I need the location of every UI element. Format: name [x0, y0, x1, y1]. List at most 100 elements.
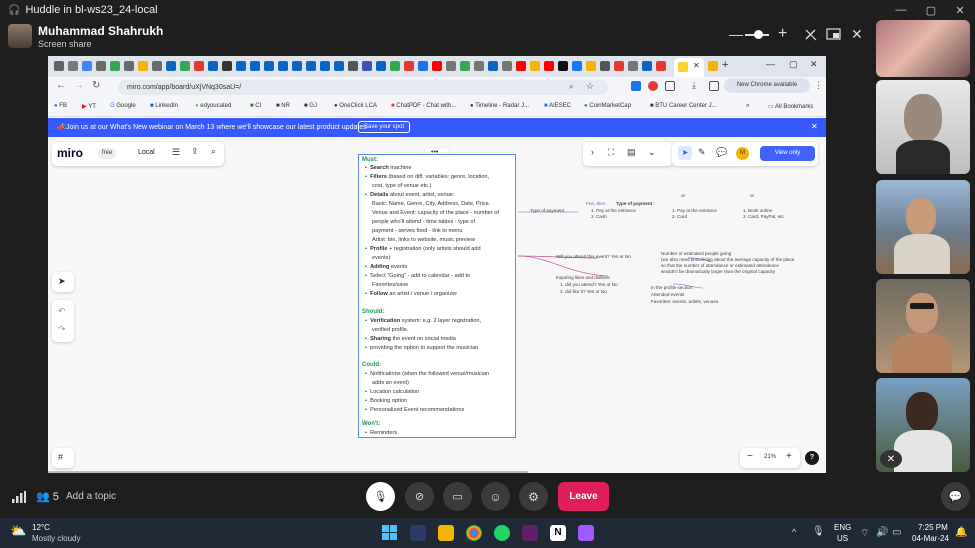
notification-bell-icon[interactable]: 🔔: [955, 527, 967, 538]
notes-icon[interactable]: ▤: [627, 147, 636, 158]
back-icon[interactable]: ←: [56, 80, 66, 91]
tab-favicon[interactable]: [292, 61, 302, 71]
download-icon[interactable]: ⤓: [692, 80, 696, 91]
tab-favicon[interactable]: [600, 61, 610, 71]
tray-overflow-icon[interactable]: ^: [792, 527, 796, 537]
whatsapp-icon[interactable]: [494, 525, 510, 541]
plan-badge[interactable]: free: [98, 148, 117, 159]
side-panel-icon[interactable]: [709, 81, 719, 91]
comment-icon[interactable]: 💬: [716, 147, 727, 158]
zoom-in-board-button[interactable]: +: [786, 451, 792, 462]
notion-icon[interactable]: N: [550, 525, 566, 541]
weather-desc[interactable]: Mostly cloudy: [32, 534, 80, 543]
close-window-button[interactable]: ✕: [945, 0, 975, 20]
tab-favicon[interactable]: [166, 61, 176, 71]
bookmark-item[interactable]: ■ AIESEC: [544, 103, 571, 109]
tab-favicon[interactable]: [194, 61, 204, 71]
view-only-button[interactable]: View only: [760, 146, 815, 161]
tab-favicon[interactable]: [404, 61, 414, 71]
tray-mic-icon[interactable]: 🎙: [812, 526, 825, 537]
tab-favicon[interactable]: [572, 61, 582, 71]
bookmark-item[interactable]: ● Timeline - Radar J...: [470, 103, 529, 109]
forward-icon[interactable]: →: [74, 80, 84, 91]
all-bookmarks[interactable]: ▭ All Bookmarks: [768, 103, 813, 110]
tab-favicon[interactable]: [558, 61, 568, 71]
tab-favicon[interactable]: [222, 61, 232, 71]
tab-favicon[interactable]: [446, 61, 456, 71]
tab-favicon[interactable]: [656, 61, 666, 71]
minimize-button[interactable]: —: [886, 0, 916, 20]
maximize-chrome-icon[interactable]: ▢: [789, 59, 798, 70]
volume-icon[interactable]: 🔊: [876, 527, 888, 538]
tab-favicon[interactable]: [628, 61, 638, 71]
more-icon[interactable]: ⌄: [648, 147, 656, 158]
signal-icon[interactable]: [12, 491, 26, 503]
chat-button[interactable]: 💬: [941, 482, 970, 511]
reaction-icon[interactable]: ✎: [698, 147, 706, 158]
search-icon[interactable]: ⌕: [211, 146, 216, 157]
extension-icon[interactable]: [648, 81, 658, 91]
zoom-in-button[interactable]: +: [778, 26, 787, 42]
screen-share-button[interactable]: ▭: [443, 482, 472, 511]
slack-icon[interactable]: [522, 525, 538, 541]
bookmark-item[interactable]: ■ GJ: [304, 103, 317, 109]
bookmark-item[interactable]: ● FB: [54, 103, 67, 109]
screenshot-icon[interactable]: ⛶: [608, 147, 614, 158]
clock-time[interactable]: 7:25 PM: [918, 523, 948, 532]
video-button[interactable]: ⊘: [405, 482, 434, 511]
frames-icon[interactable]: #: [58, 452, 63, 462]
bookmark-star-icon[interactable]: ☆: [586, 81, 594, 92]
region-indicator[interactable]: US: [837, 534, 848, 543]
close-chrome-icon[interactable]: ✕: [810, 59, 818, 70]
extensions-icon[interactable]: [665, 81, 675, 91]
zoom-out-board-button[interactable]: −: [747, 451, 753, 462]
export-icon[interactable]: ⇪: [191, 146, 199, 157]
user-avatar[interactable]: M: [736, 147, 749, 160]
tab-favicon[interactable]: [432, 61, 442, 71]
tab-favicon[interactable]: [236, 61, 246, 71]
draw-off-icon[interactable]: [804, 28, 818, 41]
tab-favicon[interactable]: [460, 61, 470, 71]
select-tool-icon[interactable]: ➤: [58, 276, 66, 287]
tab-favicon[interactable]: [138, 61, 148, 71]
help-button[interactable]: ?: [805, 451, 819, 465]
weather-temp[interactable]: 12°C: [32, 523, 50, 532]
search-page-icon[interactable]: ⌕: [569, 82, 573, 92]
bookmark-item[interactable]: ● OneClick LCA: [334, 103, 377, 109]
bookmarks-overflow-icon[interactable]: »: [746, 103, 749, 109]
chrome-menu-icon[interactable]: ⋮: [814, 80, 823, 91]
leave-button[interactable]: Leave: [558, 482, 609, 511]
tab-favicon[interactable]: [306, 61, 316, 71]
bookmark-item[interactable]: ● CoinMarketCap: [584, 103, 631, 109]
tab-favicon[interactable]: [418, 61, 428, 71]
tab-favicon[interactable]: [124, 61, 134, 71]
tab-favicon[interactable]: [708, 61, 718, 71]
close-huddle-button[interactable]: ✕: [851, 27, 863, 41]
horizontal-scrollbar[interactable]: [48, 471, 528, 473]
tab-favicon[interactable]: [96, 61, 106, 71]
tab-favicon[interactable]: [516, 61, 526, 71]
close-tab-icon[interactable]: ✕: [693, 61, 700, 70]
extension-icon[interactable]: [631, 81, 641, 91]
tab-favicon[interactable]: [110, 61, 120, 71]
bookmark-item[interactable]: ● edyoucated: [195, 103, 231, 109]
figma-icon[interactable]: [578, 525, 594, 541]
popout-icon[interactable]: [826, 28, 842, 41]
undo-icon[interactable]: ↶: [58, 306, 66, 317]
tab-favicon[interactable]: [502, 61, 512, 71]
tab-favicon[interactable]: [544, 61, 554, 71]
weather-icon[interactable]: ⛅: [10, 523, 26, 539]
emoji-button[interactable]: ☺: [481, 482, 510, 511]
mic-button[interactable]: 🎙: [366, 482, 395, 511]
wifi-icon[interactable]: ⌔: [860, 527, 869, 540]
tab-favicon[interactable]: [376, 61, 386, 71]
tab-favicon[interactable]: [642, 61, 652, 71]
bookmark-item[interactable]: ▶ YT: [82, 103, 96, 110]
menu-icon[interactable]: ☰: [172, 147, 180, 158]
tab-favicon[interactable]: [264, 61, 274, 71]
settings-button[interactable]: ⚙: [519, 482, 548, 511]
bookmark-item[interactable]: ■ NR: [276, 103, 290, 109]
bookmark-item[interactable]: ■ LinkedIn: [150, 103, 178, 109]
expand-icon[interactable]: ›: [591, 147, 594, 157]
chrome-tab-strip[interactable]: ✕ + — ▢ ✕: [48, 56, 826, 77]
